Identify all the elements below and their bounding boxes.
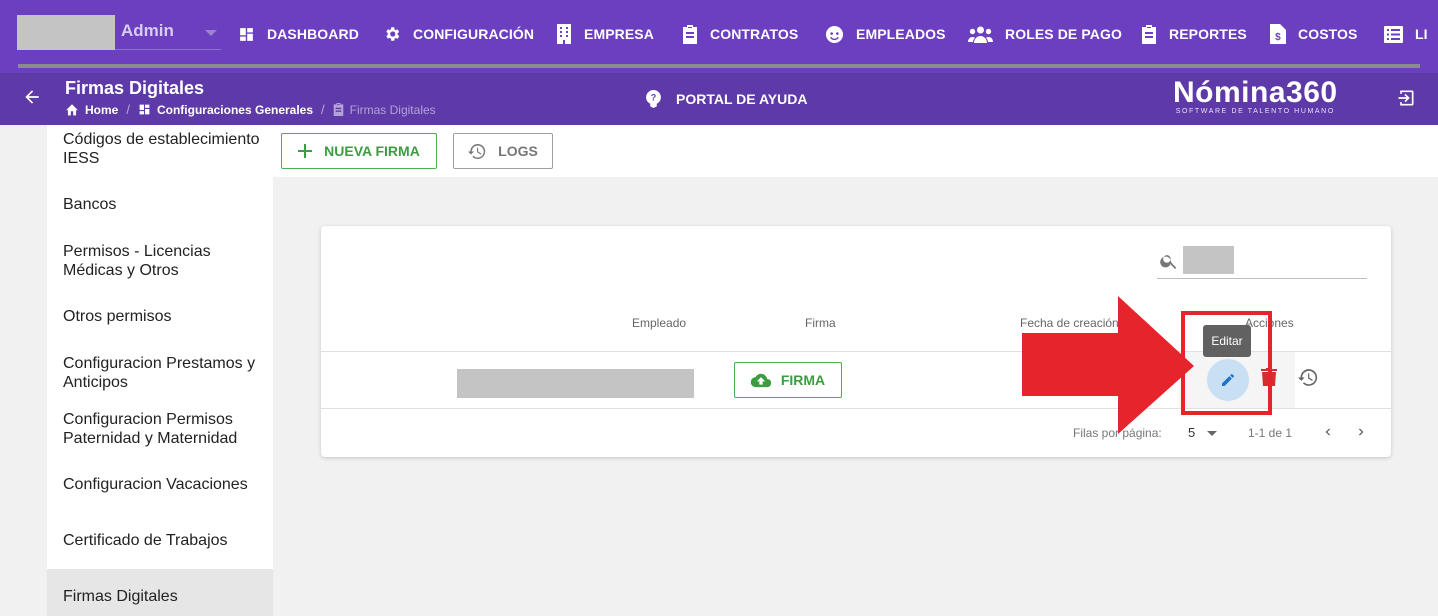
nav-label: EMPRESA: [584, 26, 654, 42]
clipboard-icon: [1142, 24, 1156, 44]
sidebar-item-firmas-digitales[interactable]: Firmas Digitales: [63, 587, 263, 606]
chevron-right-icon[interactable]: [1354, 425, 1368, 439]
back-arrow-icon[interactable]: [22, 87, 42, 107]
nav-dashboard[interactable]: DASHBOARD: [238, 22, 359, 46]
annotation-arrow: [1022, 296, 1194, 434]
svg-text:?: ?: [651, 93, 657, 103]
history-icon: [468, 143, 486, 159]
signature-upload-button[interactable]: FIRMA: [734, 362, 842, 398]
clipboard-icon: [333, 103, 343, 116]
svg-text:$: $: [1275, 32, 1281, 43]
signature-label: FIRMA: [780, 372, 826, 388]
column-header-empleado[interactable]: Empleado: [632, 316, 686, 330]
pagination-range: 1-1 de 1: [1248, 426, 1293, 440]
top-navigation: Admin DASHBOARD CONFIGURACIÓN EMPRESA CO…: [0, 0, 1438, 73]
app-root: Admin DASHBOARD CONFIGURACIÓN EMPRESA CO…: [0, 0, 1438, 616]
nav-reportes[interactable]: REPORTES: [1141, 22, 1247, 46]
column-header-firma[interactable]: Firma: [805, 316, 836, 330]
brand-logo: Nómina360 SOFTWARE DE TALENTO HUMANO: [1173, 76, 1338, 116]
new-signature-button[interactable]: NUEVA FIRMA: [281, 133, 437, 169]
search-value-redacted: [1183, 246, 1234, 274]
dashboard-icon: [240, 27, 253, 41]
nav-empleados[interactable]: EMPLEADOS: [825, 22, 946, 46]
nav-label: REPORTES: [1169, 26, 1247, 42]
content-toolbar: NUEVA FIRMA LOGS: [273, 125, 1438, 177]
sidebar-item-prestamos-anticipos[interactable]: Configuracion Prestamos y Anticipos: [63, 354, 263, 392]
sidebar-item-bancos[interactable]: Bancos: [63, 195, 263, 214]
sidebar-item-certificado-trabajos[interactable]: Certificado de Trabajos: [63, 531, 263, 550]
history-icon[interactable]: [1298, 368, 1318, 387]
nav-label: LI: [1415, 26, 1428, 42]
breadcrumb-separator: /: [321, 102, 325, 117]
user-role-label: Admin: [121, 21, 174, 40]
help-icon: ?: [646, 90, 661, 108]
sidebar-item-vacaciones[interactable]: Configuracion Vacaciones: [63, 475, 263, 494]
gear-icon: [386, 27, 400, 41]
nav-costos[interactable]: $ COSTOS: [1270, 22, 1357, 46]
breadcrumb: Home / Configuraciones Generales / Firma…: [65, 102, 436, 117]
page-title: Firmas Digitales: [65, 78, 205, 98]
nav-label: ROLES DE PAGO: [1005, 26, 1122, 42]
loading-bar: [18, 64, 1420, 68]
face-icon: [825, 25, 844, 43]
chevron-left-icon[interactable]: [1321, 425, 1335, 439]
user-avatar-placeholder[interactable]: [17, 15, 115, 50]
user-role-select[interactable]: Admin: [115, 15, 221, 50]
nav-contratos[interactable]: CONTRATOS: [682, 22, 798, 46]
nav-roles-de-pago[interactable]: ROLES DE PAGO: [968, 22, 1122, 46]
clipboard-icon: [683, 24, 697, 44]
nav-empresa[interactable]: EMPRESA: [556, 22, 654, 46]
breadcrumb-configuraciones[interactable]: Configuraciones Generales: [157, 103, 313, 117]
logs-button[interactable]: LOGS: [453, 133, 553, 169]
brand-name: Nómina360: [1173, 76, 1338, 109]
sidebar: Códigos de establecimiento IESS Bancos P…: [47, 125, 273, 616]
search-icon: [1160, 255, 1177, 269]
list-icon: [1384, 25, 1403, 43]
sidebar-item-codigos-iess[interactable]: Códigos de establecimiento IESS: [63, 130, 263, 168]
annotation-highlight-box: [1181, 311, 1272, 415]
breadcrumb-home[interactable]: Home: [85, 103, 118, 117]
logout-icon[interactable]: [1396, 88, 1416, 108]
new-signature-label: NUEVA FIRMA: [324, 143, 420, 159]
employee-name-redacted: [457, 369, 694, 398]
brand-tagline: SOFTWARE DE TALENTO HUMANO: [1175, 108, 1335, 115]
nav-configuracion[interactable]: CONFIGURACIÓN: [383, 22, 534, 46]
sidebar-item-otros-permisos[interactable]: Otros permisos: [63, 307, 263, 326]
search-input[interactable]: [1157, 244, 1367, 279]
caret-down-icon: [205, 30, 217, 36]
home-icon: [66, 104, 78, 116]
nav-label: CONTRATOS: [710, 26, 799, 42]
breadcrumb-separator: /: [126, 102, 130, 117]
cloud-upload-icon: [750, 373, 771, 387]
sidebar-item-permisos-licencias[interactable]: Permisos - Licencias Médicas y Otros: [63, 242, 263, 280]
people-icon: [968, 26, 993, 43]
nav-label: COSTOS: [1298, 26, 1358, 42]
help-portal-link[interactable]: ? PORTAL DE AYUDA: [645, 90, 807, 108]
plus-icon: [298, 144, 313, 158]
building-icon: [557, 24, 571, 44]
nav-label: DASHBOARD: [267, 26, 359, 42]
dollar-file-icon: $: [1270, 24, 1286, 44]
nav-li[interactable]: LI: [1384, 22, 1428, 46]
nav-label: CONFIGURACIÓN: [413, 26, 535, 42]
help-label: PORTAL DE AYUDA: [676, 91, 808, 107]
dashboard-icon: [139, 104, 150, 115]
logs-label: LOGS: [498, 143, 538, 159]
caret-down-icon[interactable]: [1207, 431, 1217, 436]
breadcrumb-current: Firmas Digitales: [349, 102, 436, 117]
page-header: Firmas Digitales Home / Configuraciones …: [0, 73, 1438, 125]
nav-label: EMPLEADOS: [856, 26, 946, 42]
sidebar-item-paternidad-maternidad[interactable]: Configuracion Permisos Paternidad y Mate…: [63, 410, 263, 448]
